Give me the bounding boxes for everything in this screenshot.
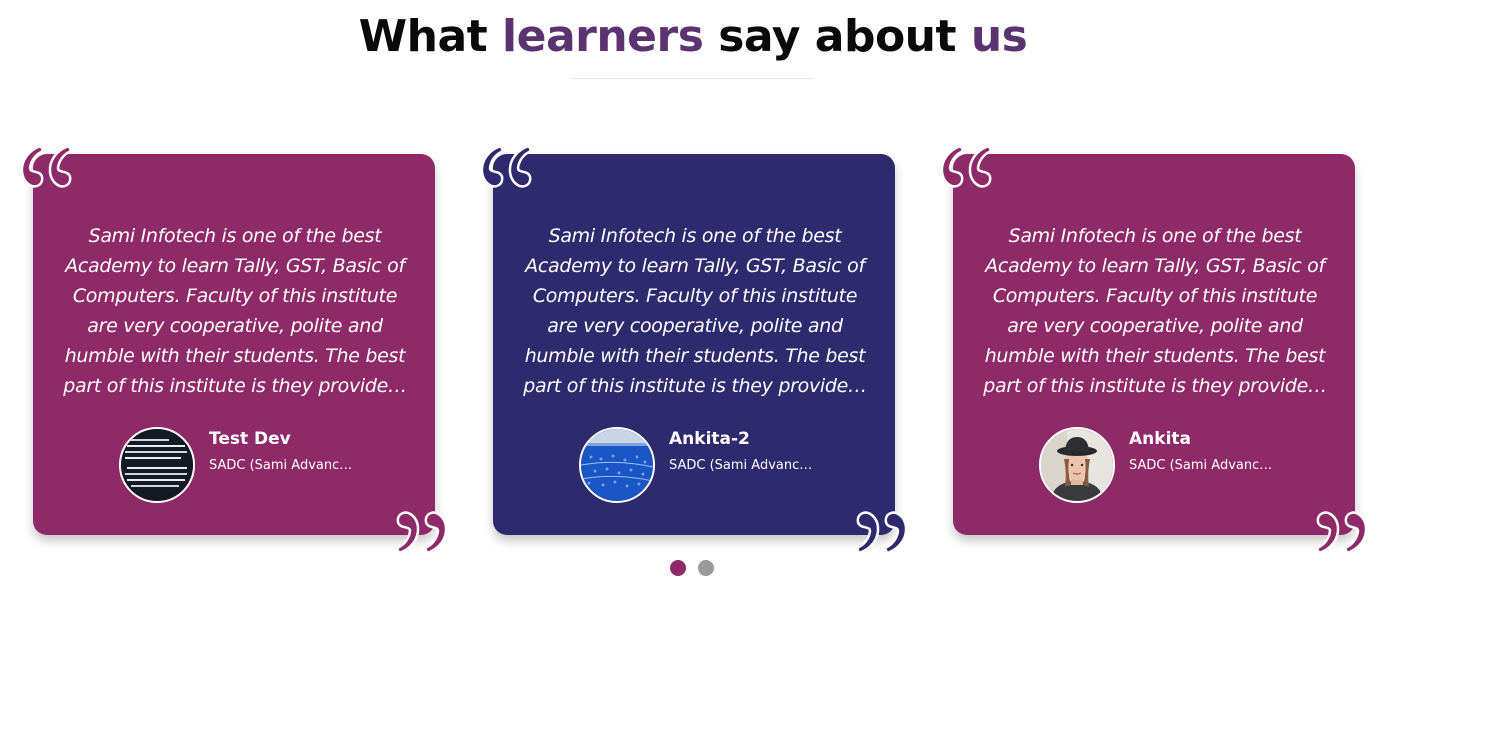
review-text: Sami Infotech is one of the best Academy… bbox=[523, 225, 867, 397]
author-organization: SADC (Sami Advanc… bbox=[209, 458, 353, 473]
author-organization: SADC (Sami Advanc… bbox=[669, 458, 813, 473]
author-block: Test Dev SADC (Sami Advanc… bbox=[119, 427, 399, 503]
review-text: Sami Infotech is one of the best Academy… bbox=[983, 225, 1327, 397]
woman-portrait-avatar bbox=[1039, 427, 1115, 503]
close-quote-icon bbox=[855, 511, 908, 555]
open-quote-icon bbox=[20, 144, 73, 188]
testimonial-card: Sami Infotech is one of the best Academy… bbox=[940, 144, 1368, 555]
close-quote-icon bbox=[1315, 511, 1368, 555]
author-name: Ankita-2 bbox=[669, 429, 750, 449]
open-quote-icon bbox=[940, 144, 993, 188]
author-name: Test Dev bbox=[209, 429, 291, 449]
pagination-dot-1[interactable] bbox=[670, 560, 686, 576]
blue-pattern-avatar bbox=[579, 427, 655, 503]
author-name: Ankita bbox=[1129, 429, 1191, 449]
open-quote-icon bbox=[480, 144, 533, 188]
author-block: Ankita-2 SADC (Sami Advanc… bbox=[579, 427, 859, 503]
testimonial-carousel: Sami Infotech is one of the best Academy… bbox=[0, 0, 1495, 738]
close-quote-icon bbox=[395, 511, 448, 555]
author-organization: SADC (Sami Advanc… bbox=[1129, 458, 1273, 473]
review-text: Sami Infotech is one of the best Academy… bbox=[63, 225, 407, 397]
pagination-dot-2[interactable] bbox=[698, 560, 714, 576]
testimonial-card: Sami Infotech is one of the best Academy… bbox=[480, 144, 908, 555]
testimonial-card: Sami Infotech is one of the best Academy… bbox=[20, 144, 448, 555]
author-block: Ankita SADC (Sami Advanc… bbox=[1039, 427, 1319, 503]
code-screen-avatar bbox=[119, 427, 195, 503]
